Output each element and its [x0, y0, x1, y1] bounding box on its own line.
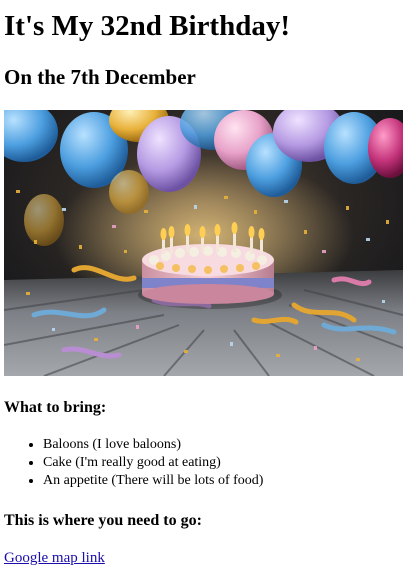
what-to-bring-heading: What to bring: — [4, 399, 107, 416]
list-item: An appetite (There will be lots of food) — [43, 472, 263, 490]
bring-list: Baloons (I love baloons) Cake (I'm reall… — [4, 436, 263, 490]
list-item: Baloons (I love baloons) — [43, 436, 263, 454]
list-item: Cake (I'm really good at eating) — [43, 454, 263, 472]
google-map-link[interactable]: Google map link — [4, 549, 105, 567]
page-title: It's My 32nd Birthday! — [4, 10, 291, 42]
location-heading: This is where you need to go: — [4, 512, 202, 529]
birthday-cake-image — [4, 110, 403, 376]
page-subtitle: On the 7th December — [4, 65, 196, 89]
